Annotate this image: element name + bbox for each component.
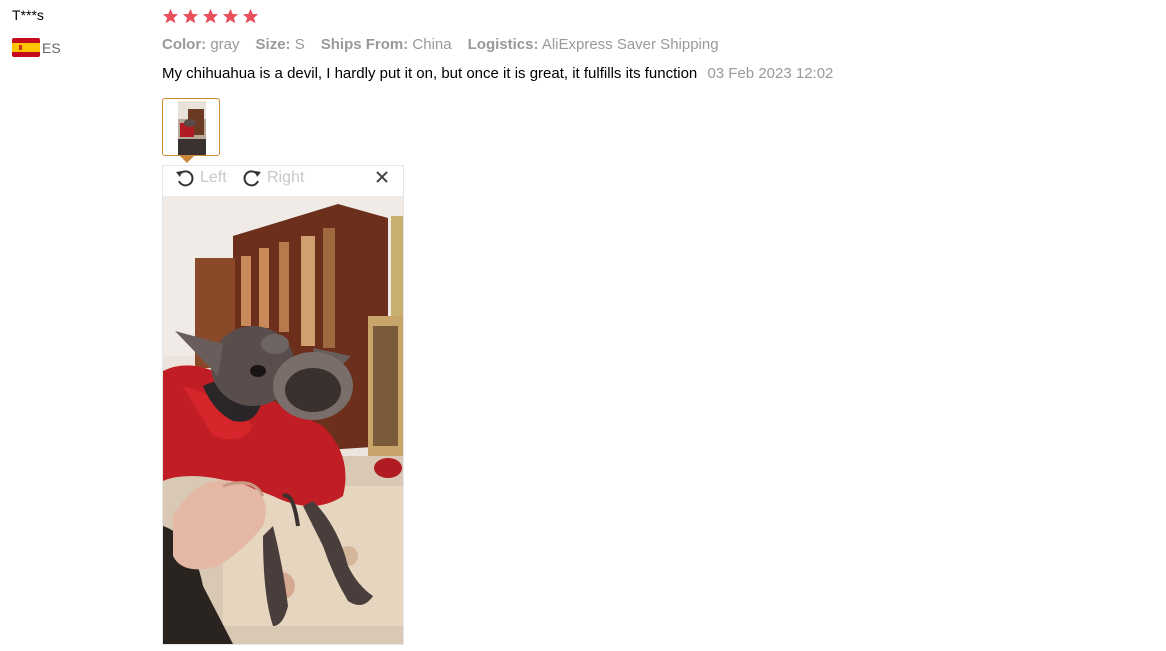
property-ships-from: Ships From: China <box>320 36 452 53</box>
property-size: Size: S <box>255 36 305 53</box>
review-item: T***s ES Color: gray Size: S Ships From:… <box>0 0 1166 651</box>
star-icon <box>222 8 239 24</box>
rotate-right-label: Right <box>267 169 305 186</box>
rotate-right-button[interactable]: Right <box>242 166 304 190</box>
star-rating <box>162 8 259 25</box>
spain-flag-icon <box>12 38 40 57</box>
star-icon <box>242 8 259 24</box>
star-icon <box>162 8 179 24</box>
review-date: 03 Feb 2023 12:02 <box>707 65 834 82</box>
thumbnail-pointer <box>180 156 194 163</box>
property-color: Color: gray <box>162 36 240 53</box>
dog-photo-thumbnail-image <box>178 101 206 155</box>
reviewer-country: ES <box>12 38 61 57</box>
review-photo-thumbnail[interactable] <box>162 98 220 156</box>
property-logistics: Logistics: AliExpress Saver Shipping <box>467 36 719 53</box>
rotate-right-icon <box>243 170 261 187</box>
review-text: My chihuahua is a devil, I hardly put it… <box>162 65 698 82</box>
star-icon <box>202 8 219 24</box>
dog-photo <box>163 196 403 644</box>
reviewer-name: T***s <box>12 7 44 23</box>
order-properties: Color: gray Size: S Ships From: China Lo… <box>162 36 719 53</box>
photo-viewer: Left Right <box>162 165 404 645</box>
review-content: My chihuahua is a devil, I hardly put it… <box>162 65 833 82</box>
close-icon[interactable] <box>375 170 389 184</box>
country-code: ES <box>42 39 61 56</box>
rotate-left-button[interactable]: Left <box>175 166 227 190</box>
rotate-left-icon <box>176 170 194 187</box>
viewer-toolbar: Left Right <box>163 166 403 196</box>
star-icon <box>182 8 199 24</box>
rotate-left-label: Left <box>200 169 227 186</box>
